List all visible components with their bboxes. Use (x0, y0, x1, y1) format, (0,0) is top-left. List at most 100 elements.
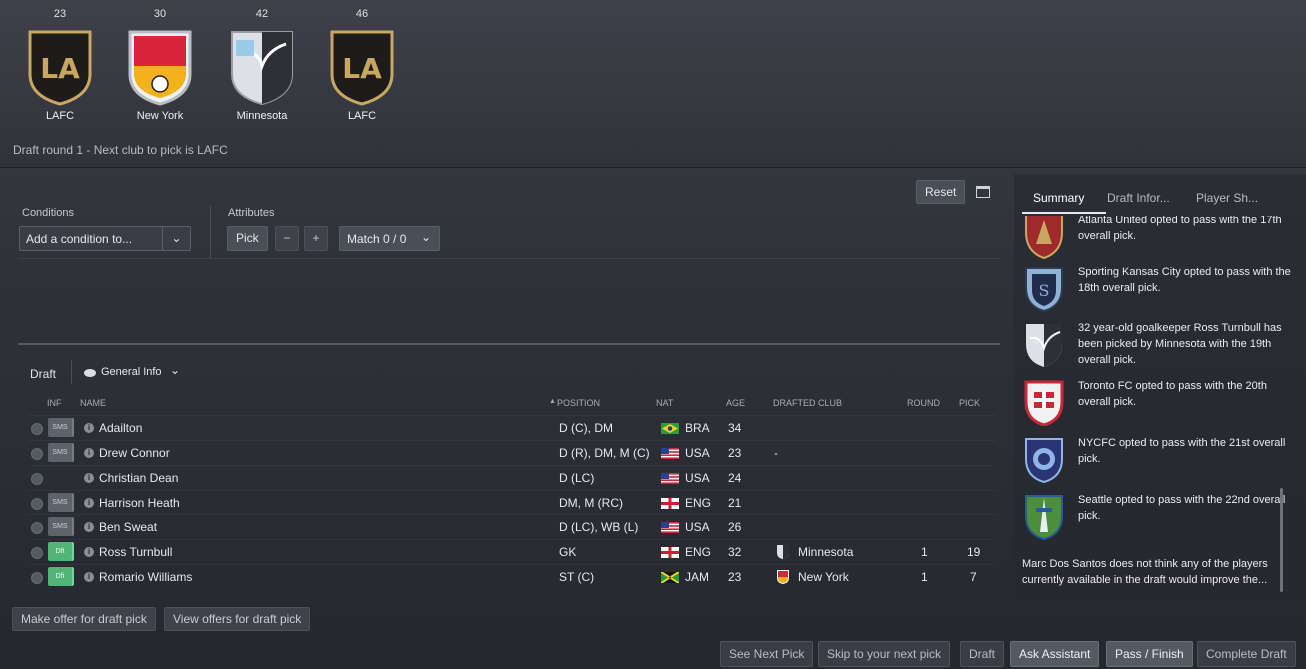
col-name[interactable]: NAME (80, 398, 106, 408)
col-nat[interactable]: NAT (656, 398, 673, 408)
view-selector[interactable]: General Info ⌄ (84, 363, 194, 382)
usa-flag-icon (661, 473, 679, 484)
feed-item[interactable]: 32 year-old goalkeeper Ross Turnbull has… (1022, 320, 1298, 372)
assistant-note: Marc Dos Santos does not think any of th… (1022, 558, 1268, 586)
match-dropdown[interactable]: Match 0 / 0 ⌄ (339, 226, 440, 251)
chevron-down-icon: ⌄ (170, 363, 181, 377)
table-row[interactable]: i Christian Dean D (LC) USA 24 (28, 465, 996, 489)
crest-minnesota[interactable]: 42 Minnesota (226, 8, 298, 122)
status-tag: SMS (48, 418, 74, 437)
info-icon[interactable]: i (84, 473, 94, 483)
ask-assistant-button[interactable]: Ask Assistant (1010, 641, 1100, 667)
pick-number: 46 (355, 8, 369, 20)
crest-lafc-2[interactable]: 46 LA LAFC (326, 8, 398, 122)
drafted-club[interactable]: Minnesota (798, 545, 853, 559)
feed-item[interactable]: S Sporting Kansas City opted to pass wit… (1022, 264, 1298, 314)
add-condition-dropdown[interactable]: Add a condition to... ⌄ (19, 226, 191, 251)
player-age: 26 (728, 520, 742, 534)
toronto-fc-crest-icon (1024, 380, 1064, 426)
player-age: 24 (728, 471, 742, 485)
draft-button[interactable]: Draft (960, 641, 1005, 667)
tab-summary[interactable]: Summary (1033, 191, 1084, 205)
reset-button[interactable]: Reset (916, 180, 966, 204)
shortlist-toggle[interactable] (31, 448, 43, 460)
shortlist-toggle[interactable] (31, 547, 43, 559)
player-name[interactable]: Drew Connor (99, 446, 170, 460)
feed-text: Sporting Kansas City opted to pass with … (1078, 266, 1291, 294)
info-icon[interactable]: i (84, 448, 94, 458)
table-row[interactable]: SMS i Ben Sweat D (LC), WB (L) USA 26 (28, 514, 996, 538)
lafc-crest-icon: LA (26, 26, 94, 106)
player-position: DM, M (RC) (559, 496, 623, 510)
table-row[interactable]: SMS i Drew Connor D (R), DM, M (C) USA 2… (28, 440, 996, 464)
skip-to-next-pick-button[interactable]: Skip to your next pick (818, 641, 951, 667)
player-age: 23 (728, 570, 742, 584)
complete-draft-button[interactable]: Complete Draft (1197, 641, 1296, 667)
feed-item[interactable]: Atlanta United opted to pass with the 17… (1022, 216, 1298, 260)
svg-text:LA: LA (342, 52, 382, 85)
info-icon[interactable]: i (84, 498, 94, 508)
shortlist-toggle[interactable] (31, 572, 43, 584)
shortlist-toggle[interactable] (31, 522, 43, 534)
view-offers-button[interactable]: View offers for draft pick (164, 607, 311, 631)
player-age: 34 (728, 421, 742, 435)
player-name[interactable]: Romario Williams (99, 570, 192, 584)
feed-item[interactable]: Toronto FC opted to pass with the 20th o… (1022, 378, 1298, 428)
player-name[interactable]: Christian Dean (99, 471, 178, 485)
info-icon[interactable]: i (84, 423, 94, 433)
pass-finish-button[interactable]: Pass / Finish (1106, 641, 1193, 667)
shortlist-toggle[interactable] (31, 498, 43, 510)
player-name[interactable]: Adailton (99, 421, 142, 435)
see-next-pick-button[interactable]: See Next Pick (720, 641, 814, 667)
red-bull-crest-icon (126, 26, 194, 106)
tab-draft-info[interactable]: Draft Infor... (1107, 191, 1170, 205)
player-name[interactable]: Harrison Heath (99, 496, 180, 510)
minnesota-crest-icon (1026, 324, 1062, 367)
shortlist-toggle[interactable] (31, 423, 43, 435)
feed-text: NYCFC opted to pass with the 21st overal… (1078, 437, 1286, 465)
red-bull-badge-icon (777, 570, 789, 584)
minnesota-crest-icon (228, 26, 296, 106)
player-age: 21 (728, 496, 742, 510)
player-nat: ENG (685, 545, 712, 559)
sidebar-scrollbar[interactable] (1280, 488, 1283, 592)
shortlist-toggle[interactable] (31, 473, 43, 485)
crest-lafc-1[interactable]: 23 LA LAFC (24, 8, 96, 122)
round-info: Draft round 1 - Next club to pick is LAF… (13, 143, 228, 157)
col-age[interactable]: AGE (726, 398, 745, 408)
table-row[interactable]: Dft i Ross Turnbull GK ENG 32 Minnesota … (28, 539, 996, 563)
draft-round: 1 (921, 545, 928, 559)
england-flag-icon (661, 498, 679, 509)
collapse-panel-icon[interactable] (976, 186, 990, 198)
col-pick[interactable]: PICK (959, 398, 980, 408)
info-icon[interactable]: i (84, 572, 94, 582)
crest-new-york[interactable]: 30 New York (124, 8, 196, 122)
col-drafted-club[interactable]: DRAFTED CLUB (773, 398, 842, 408)
table-row[interactable]: SMS i Adailton D (C), DM BRA 34 (28, 415, 996, 439)
table-row[interactable]: SMS i Harrison Heath DM, M (RC) ENG 21 (28, 490, 996, 514)
attributes-label: Attributes (228, 207, 275, 219)
minus-button[interactable]: − (275, 226, 299, 251)
drafted-club[interactable]: New York (798, 570, 849, 584)
col-inf[interactable]: INF (47, 398, 62, 408)
pick-button[interactable]: Pick (227, 226, 268, 251)
col-position[interactable]: POSITION (557, 398, 600, 408)
feed-item[interactable]: NYCFC opted to pass with the 21st overal… (1022, 435, 1298, 485)
tab-player-shortlist[interactable]: Player Sh... (1196, 191, 1258, 205)
feed-item[interactable]: Seattle opted to pass with the 22nd over… (1022, 492, 1298, 542)
make-offer-button[interactable]: Make offer for draft pick (12, 607, 156, 631)
england-flag-icon (661, 547, 679, 558)
info-icon[interactable]: i (84, 522, 94, 532)
player-name[interactable]: Ben Sweat (99, 520, 157, 534)
plus-button[interactable]: + (304, 226, 328, 251)
chevron-down-icon: ⌄ (162, 227, 190, 250)
player-name[interactable]: Ross Turnbull (99, 545, 172, 559)
player-position: D (LC) (559, 471, 595, 485)
player-nat: USA (685, 446, 710, 460)
draft-pick: 7 (970, 570, 977, 584)
col-round[interactable]: ROUND (907, 398, 940, 408)
player-position: D (C), DM (559, 421, 613, 435)
info-icon[interactable]: i (84, 547, 94, 557)
table-row[interactable]: Dft i Romario Williams ST (C) JAM 23 New… (28, 564, 996, 588)
club-name: LAFC (45, 110, 75, 122)
